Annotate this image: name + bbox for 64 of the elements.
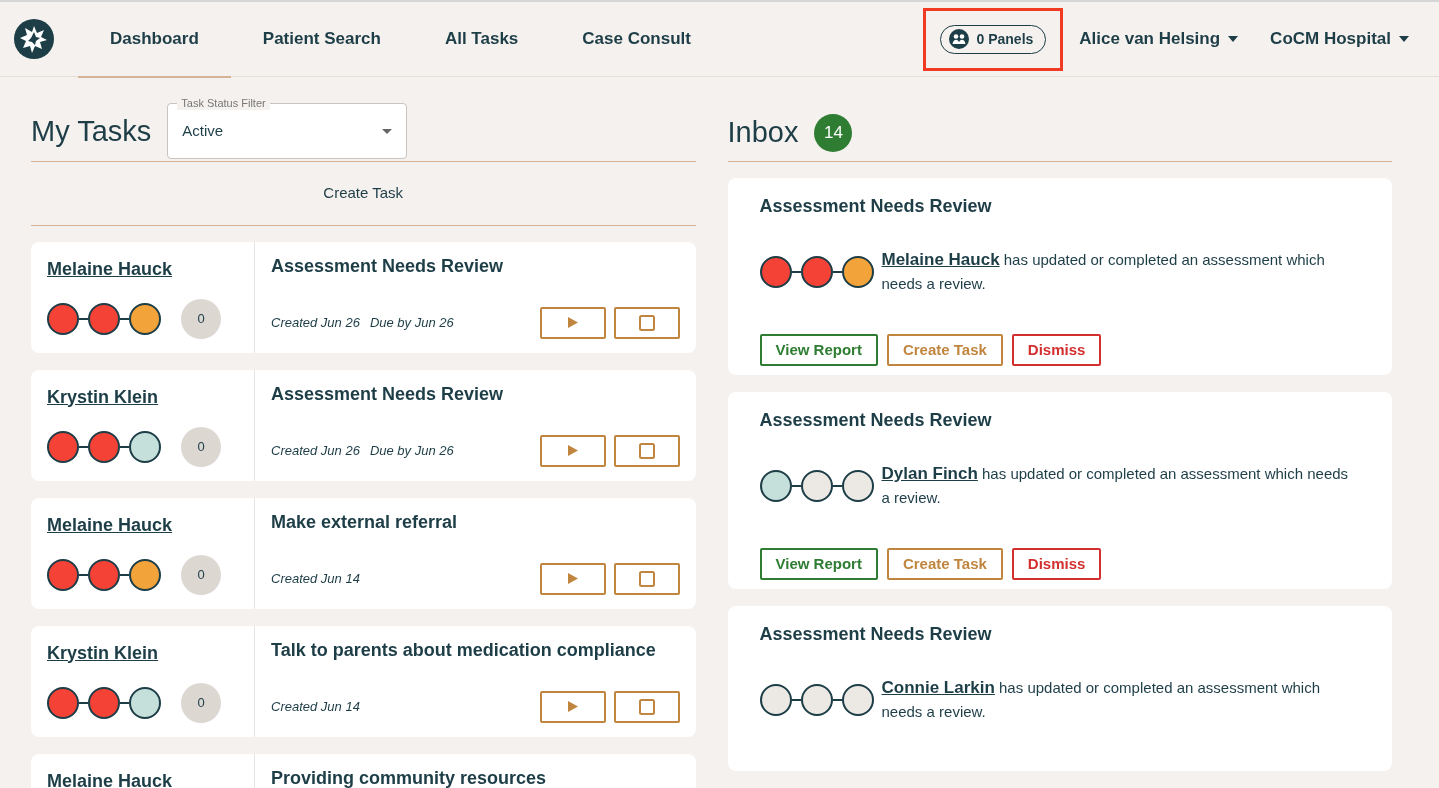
- play-button[interactable]: [539, 434, 606, 467]
- patient-link[interactable]: Melaine Hauck: [47, 770, 173, 788]
- play-icon: [567, 701, 578, 712]
- count-badge: 0: [181, 682, 221, 723]
- play-icon: [567, 445, 578, 456]
- action-button[interactable]: View Report: [759, 547, 878, 581]
- group-icon: [948, 29, 969, 49]
- task-title: Talk to parents about medication compliance: [271, 639, 657, 662]
- task-date: Created Jun 26: [271, 313, 360, 332]
- square-icon: [638, 442, 655, 459]
- count-badge: 0: [181, 298, 221, 339]
- square-icon: [638, 698, 655, 715]
- caret-icon: [382, 128, 393, 134]
- play-button[interactable]: [539, 306, 606, 339]
- play-icon: [567, 317, 578, 328]
- patient-link[interactable]: Krystin Klein: [47, 642, 159, 663]
- task-title: Make external referral: [271, 511, 459, 534]
- nav-tab[interactable]: All Tasks: [412, 2, 551, 78]
- stop-button[interactable]: [613, 690, 680, 723]
- task-date: Created Jun 14: [271, 697, 360, 716]
- nav-tab[interactable]: Dashboard: [78, 2, 231, 78]
- inbox-title: Assessment Needs Review: [759, 410, 993, 432]
- logo-icon[interactable]: [14, 19, 54, 59]
- task-date: Due by Jun 26: [369, 313, 454, 332]
- task-date: Created Jun 14: [271, 569, 360, 588]
- count-badge: 0: [181, 426, 221, 467]
- action-button[interactable]: Dismiss: [1011, 333, 1102, 367]
- inbox-message: Melaine Hauck has updated or completed an assessment which needs a review.: [881, 248, 1326, 294]
- action-button[interactable]: View Report: [759, 333, 878, 367]
- count-badge: 0: [181, 554, 221, 595]
- patient-link[interactable]: Melaine Hauck: [881, 249, 1000, 269]
- caret-icon: [1228, 36, 1239, 42]
- action-button[interactable]: Dismiss: [1011, 547, 1102, 581]
- nav-tab[interactable]: Patient Search: [230, 2, 413, 78]
- dropdown-menu-button[interactable]: CoCM Hospital: [1254, 26, 1425, 52]
- inbox-message: Connie Larkin has updated or completed an assessment which needs a review.: [881, 676, 1322, 722]
- play-icon: [567, 573, 578, 584]
- create-task-button[interactable]: Create Task: [323, 162, 404, 225]
- nav-tab[interactable]: Case Consult: [550, 2, 723, 78]
- count-badge: 14: [814, 113, 853, 152]
- task-title: Assessment Needs Review: [271, 383, 505, 406]
- play-button[interactable]: [539, 690, 606, 723]
- play-button[interactable]: [539, 562, 606, 595]
- stop-button[interactable]: [613, 434, 680, 467]
- task-date: Created Jun 26: [271, 441, 360, 460]
- stop-button[interactable]: [613, 562, 680, 595]
- inbox-message: Dylan Finch has updated or completed an assessment which needs a review.: [881, 462, 1350, 508]
- patient-link[interactable]: Melaine Hauck: [47, 514, 173, 535]
- square-icon: [638, 314, 655, 331]
- patient-link[interactable]: Dylan Finch: [881, 463, 978, 483]
- patient-link[interactable]: Connie Larkin: [881, 677, 995, 697]
- patient-link[interactable]: Melaine Hauck: [47, 258, 173, 279]
- stop-button[interactable]: [613, 306, 680, 339]
- section-title: My Tasks: [31, 113, 152, 149]
- dropdown-menu-button[interactable]: Alice van Helsing: [1063, 26, 1255, 52]
- task-title: Assessment Needs Review: [271, 255, 505, 278]
- patient-link[interactable]: Krystin Klein: [47, 386, 159, 407]
- task-date: Due by Jun 26: [369, 441, 454, 460]
- inbox-title: Assessment Needs Review: [759, 624, 993, 646]
- caret-icon: [1399, 36, 1409, 42]
- square-icon: [638, 570, 655, 587]
- section-title: Inbox: [727, 115, 799, 150]
- task-title: Providing community resources: [271, 767, 548, 788]
- inbox-title: Assessment Needs Review: [759, 196, 993, 218]
